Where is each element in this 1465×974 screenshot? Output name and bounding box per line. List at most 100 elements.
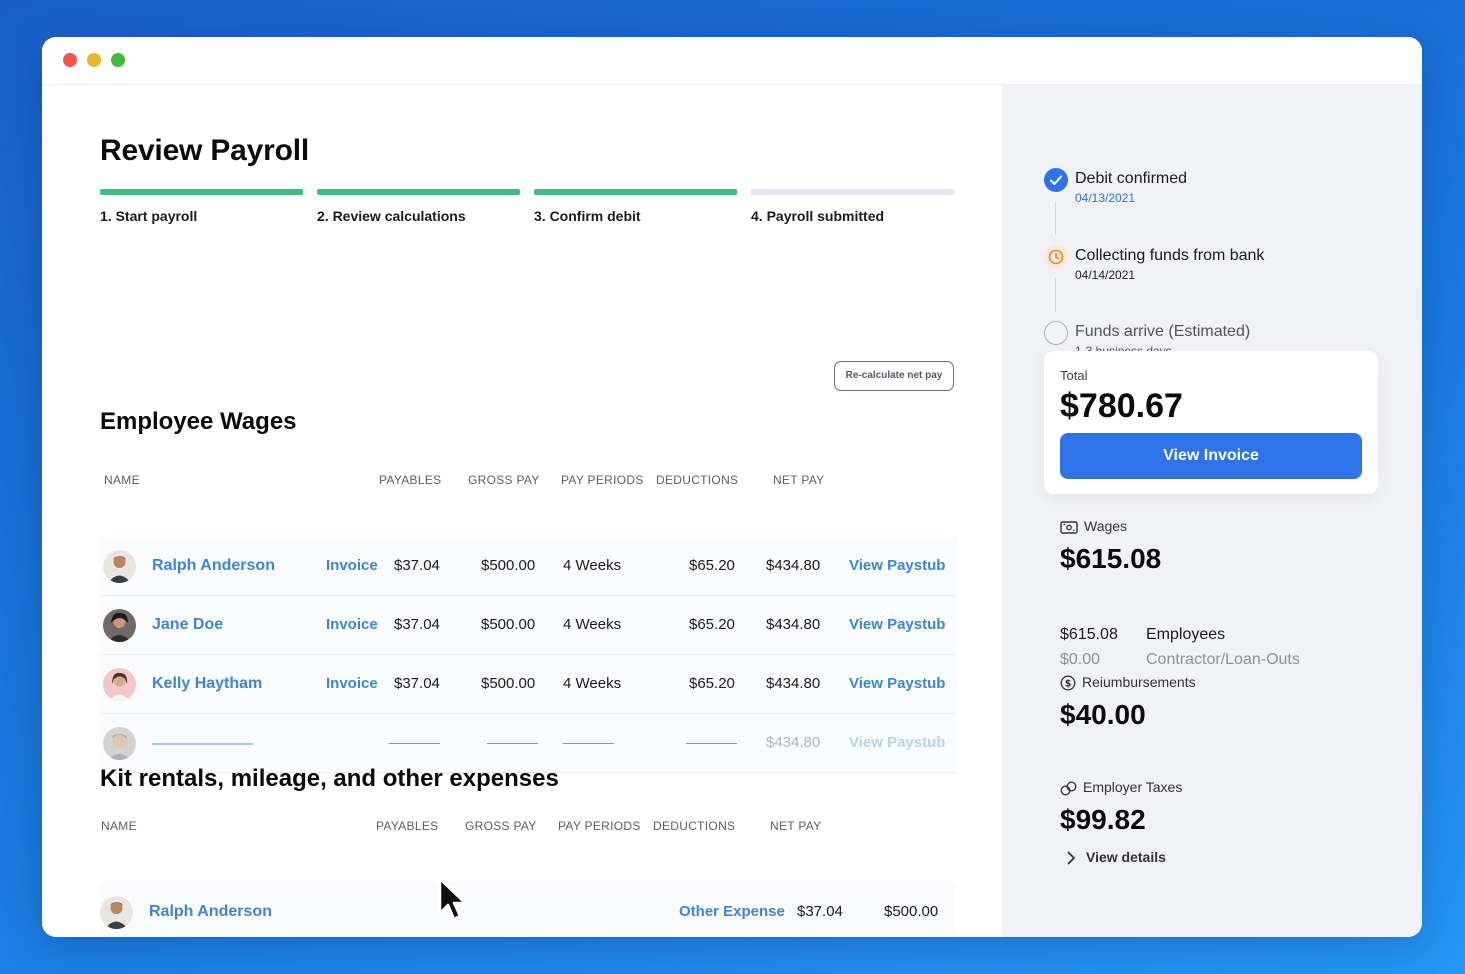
table-row: Jane Doe Invoice $37.04 $500.00 4 Weeks … [100,596,957,655]
reimbursements-value: $40.00 [1060,699,1146,730]
avatar [103,550,136,583]
step-progress-bar [100,189,303,195]
coins-icon [1060,781,1077,796]
pay-periods-value: 4 Weeks [563,616,622,633]
reimbursements-label: $ Reiumbursements [1060,674,1196,691]
invoice-link[interactable]: Invoice [326,655,378,713]
avatar [103,668,136,701]
view-paystub-link[interactable]: View Paystub [849,655,945,713]
close-window-button[interactable] [63,53,77,67]
empty-circle-icon [1044,321,1068,345]
step-label: 1. Start payroll [100,208,198,224]
table-row: Kelly Haytham Invoice $37.04 $500.00 4 W… [100,655,957,714]
table-row: Ralph Anderson Other Expense $37.04 $500… [100,883,955,937]
total-value: $780.67 [1060,387,1183,425]
payables-value: $37.04 [394,675,440,692]
main-content: Review Payroll 1. Start payroll 2. Revie… [42,85,1002,937]
header-payables: PAYABLES [376,819,439,833]
name-placeholder [152,743,253,745]
timeline-title: Debit confirmed [1075,170,1188,187]
net-pay-value: $434.80 [766,675,821,692]
payables-value: $37.04 [394,616,440,633]
step-confirm-debit: 3. Confirm debit [534,189,737,224]
timeline-title: Funds arrive (Estimated) [1075,323,1251,340]
step-label: 3. Confirm debit [534,208,641,224]
check-icon [1044,168,1068,192]
timeline-date: 04/14/2021 [1075,268,1136,282]
chevron-right-icon [1067,851,1075,865]
step-progress-bar [317,189,520,195]
employee-name-link[interactable]: Ralph Anderson [152,537,275,595]
step-start-payroll: 1. Start payroll [100,189,303,224]
gross-pay-placeholder [487,743,538,744]
view-paystub-link[interactable]: View Paystub [849,714,945,772]
header-pay-periods: PAY PERIODS [558,819,641,833]
header-net-pay: NET PAY [770,819,822,833]
view-details-link[interactable]: View details [1066,849,1166,865]
pay-periods-value: 4 Weeks [563,675,622,692]
pay-periods-value: 4 Weeks [563,557,622,574]
avatar [100,896,133,929]
employees-label: Employees [1146,626,1226,643]
expense-total: $500.00 [884,903,939,920]
employee-name-link[interactable]: Jane Doe [152,596,223,654]
employer-taxes-label: Employer Taxes [1060,779,1182,796]
avatar [103,727,136,760]
step-progress-bar [751,189,954,195]
header-deductions: DEDUCTIONS [656,473,739,487]
table-row: Ralph Anderson Invoice $37.04 $500.00 4 … [100,537,957,596]
total-label: Total [1060,368,1088,383]
minimize-window-button[interactable] [87,53,101,67]
header-name: NAME [101,819,137,833]
net-pay-value: $434.80 [766,616,821,633]
view-invoice-button[interactable]: View Invoice [1060,433,1362,479]
gross-pay-value: $500.00 [481,557,536,574]
step-progress-bar [534,189,737,195]
other-expense-link[interactable]: Other Expense [679,883,785,937]
cash-icon [1060,521,1078,534]
pay-periods-placeholder [563,743,614,744]
net-pay-value: $434.80 [766,734,821,751]
expenses-title: Kit rentals, mileage, and other expenses [100,765,559,792]
header-name: NAME [104,473,140,487]
deductions-value: $65.20 [689,557,735,574]
dollar-circle-icon: $ [1060,675,1076,691]
deductions-placeholder [686,743,737,744]
header-pay-periods: PAY PERIODS [561,473,644,487]
wages-value: $615.08 [1060,543,1162,574]
clock-icon [1044,245,1068,269]
mouse-cursor-icon [438,877,467,921]
view-paystub-link[interactable]: View Paystub [849,596,945,654]
contractors-label: Contractor/Loan-Outs [1146,651,1300,668]
app-window: Review Payroll 1. Start payroll 2. Revie… [42,37,1422,937]
payables-placeholder [389,743,440,744]
expense-amount: $37.04 [797,903,843,920]
header-payables: PAYABLES [379,473,442,487]
header-net-pay: NET PAY [773,473,825,487]
payroll-summary-sidebar: Debit confirmed 04/13/2021 Collecting fu… [1002,85,1422,937]
avatar [103,609,136,642]
svg-text:$: $ [1065,679,1072,690]
timeline-title: Collecting funds from bank [1075,247,1265,264]
gross-pay-value: $500.00 [481,616,536,633]
step-label: 2. Review calculations [317,208,466,224]
invoice-link[interactable]: Invoice [326,537,378,595]
header-gross-pay: GROSS PAY [468,473,540,487]
view-paystub-link[interactable]: View Paystub [849,537,945,595]
employee-name-link[interactable]: Ralph Anderson [149,883,272,937]
payables-value: $37.04 [394,557,440,574]
timeline-date: 04/13/2021 [1075,191,1136,205]
step-review-calculations: 2. Review calculations [317,189,520,224]
total-card: Total $780.67 View Invoice [1044,351,1378,494]
employees-amount: $615.08 [1060,626,1118,643]
title-bar [42,37,1002,85]
deductions-value: $65.20 [689,616,735,633]
recalculate-net-pay-button[interactable]: Re-calculate net pay [834,361,954,391]
employee-wages-title: Employee Wages [100,408,297,435]
net-pay-value: $434.80 [766,557,821,574]
employee-name-link[interactable]: Kelly Haytham [152,655,262,713]
invoice-link[interactable]: Invoice [326,596,378,654]
deductions-value: $65.20 [689,675,735,692]
step-label: 4. Payroll submitted [751,208,885,224]
maximize-window-button[interactable] [111,53,125,67]
